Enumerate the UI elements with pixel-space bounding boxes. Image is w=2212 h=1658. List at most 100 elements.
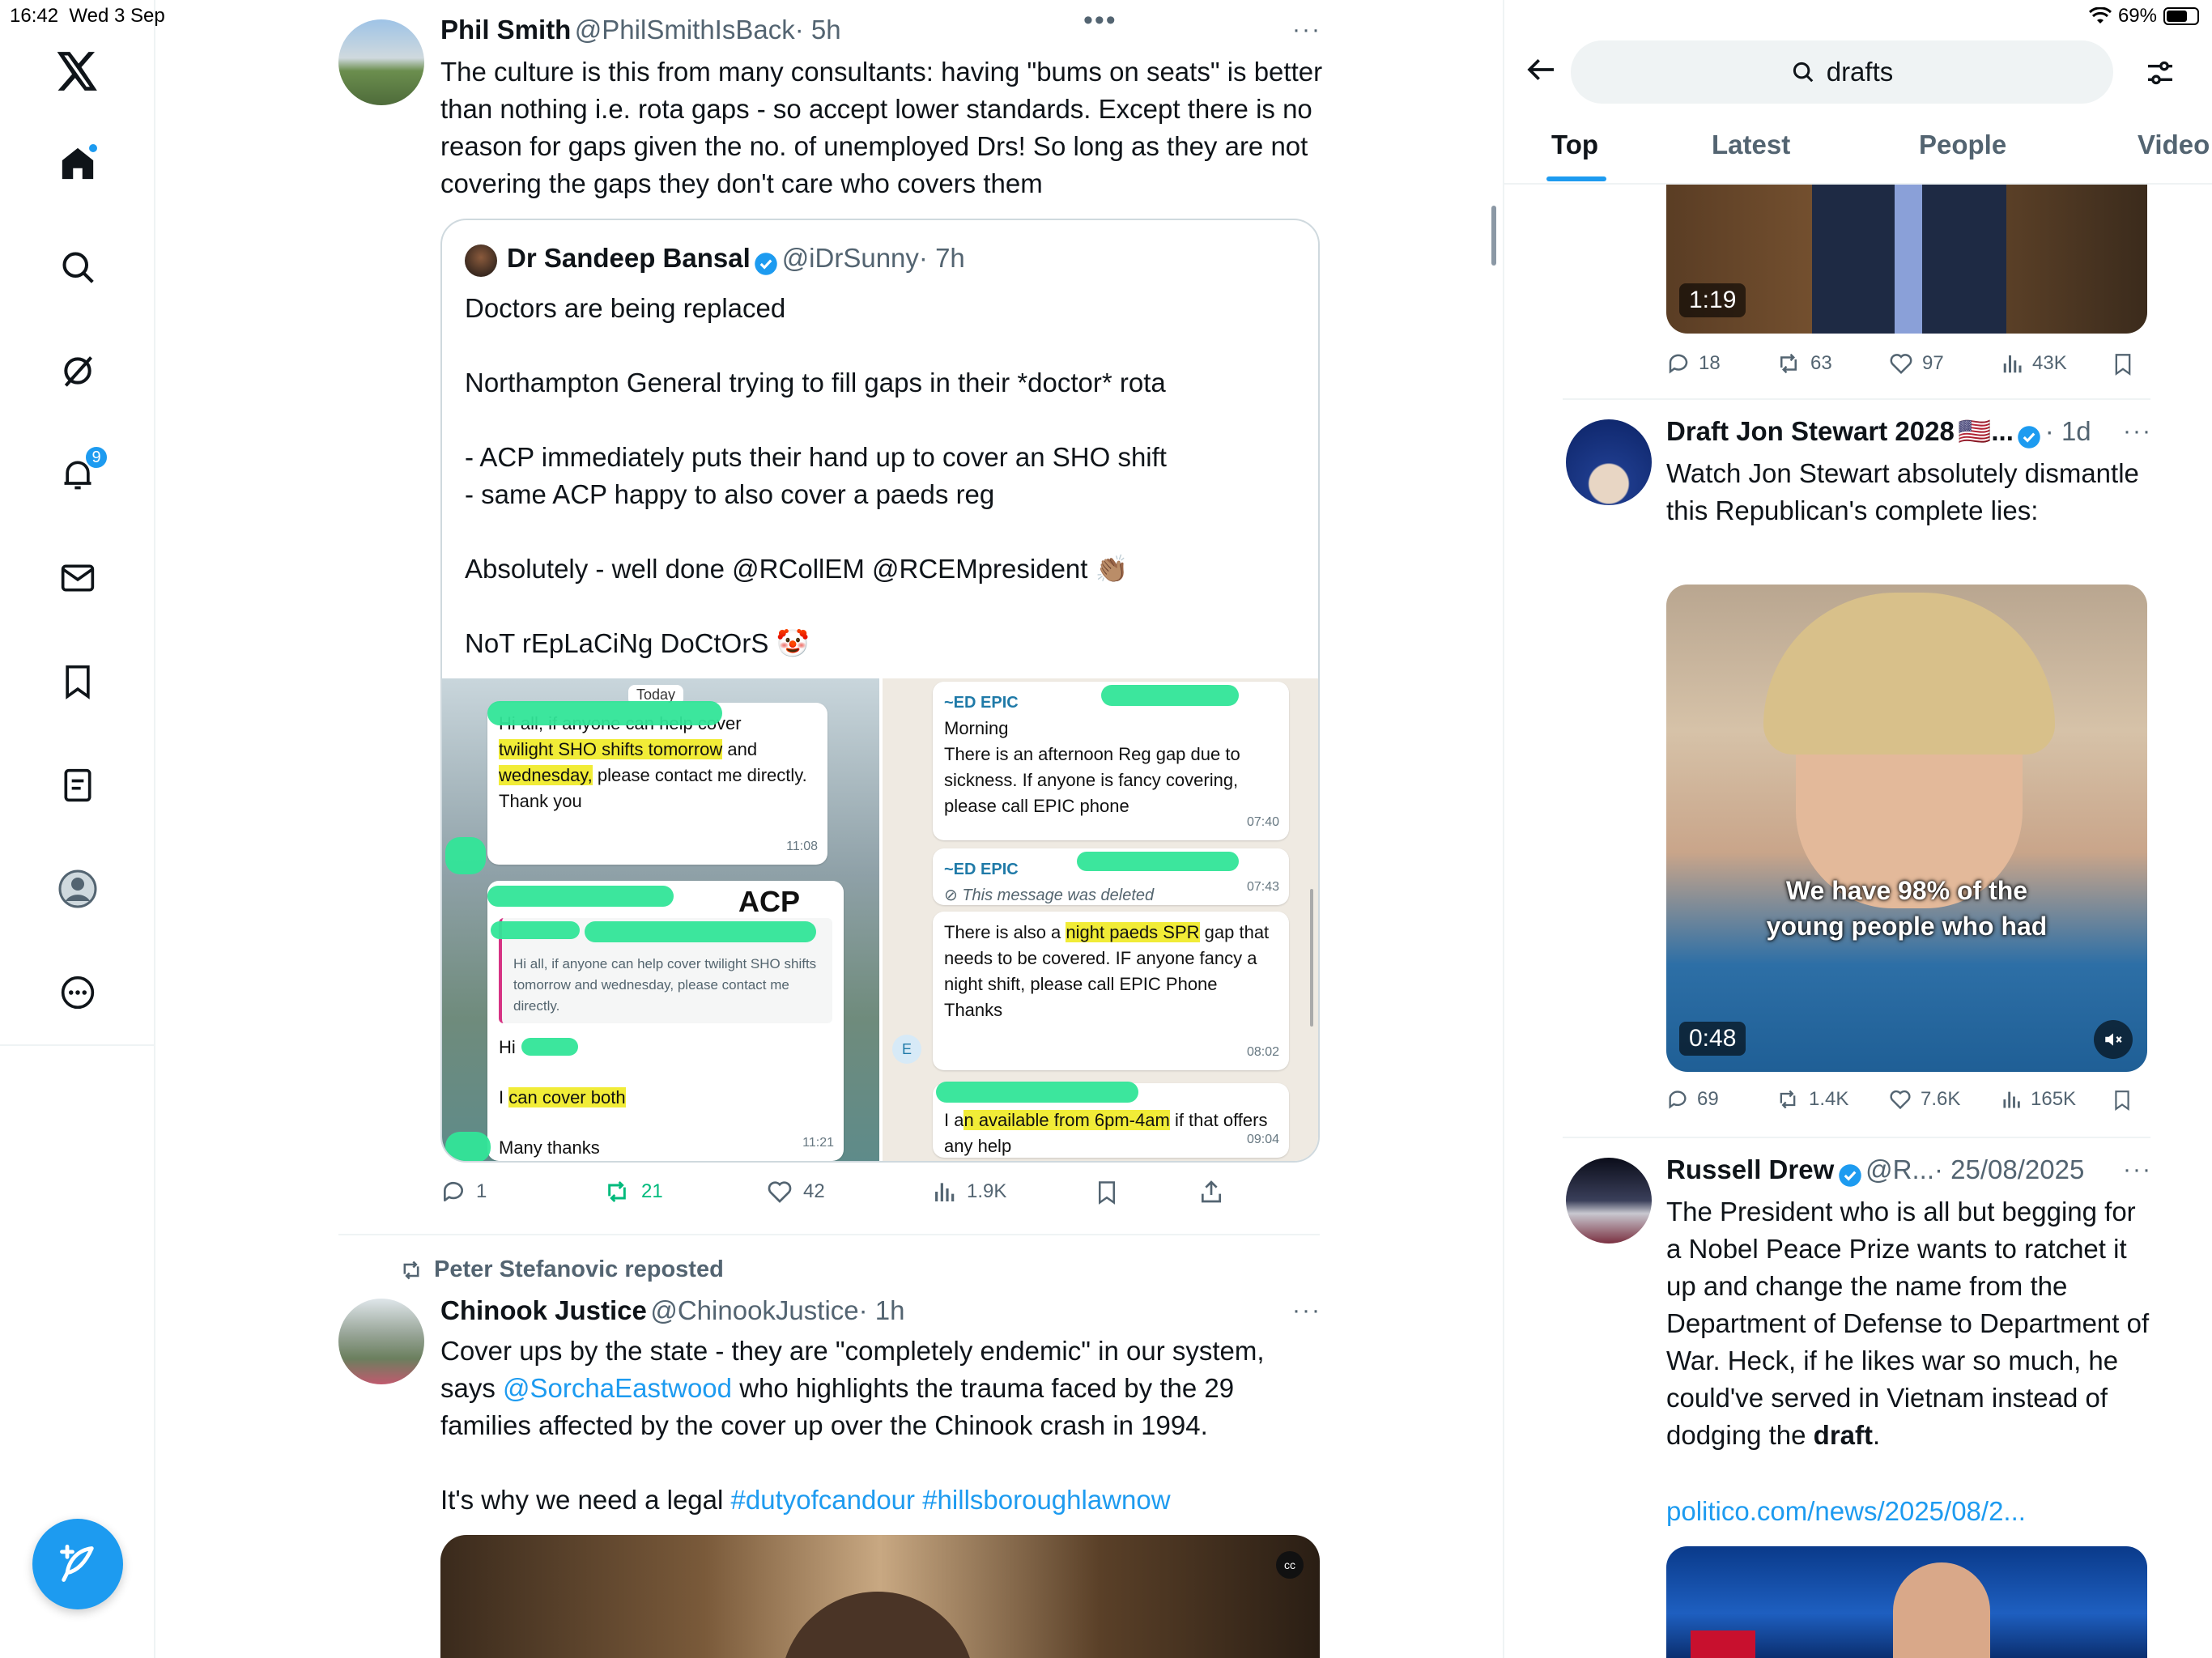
result0-reply-button[interactable]: 18: [1666, 351, 1721, 376]
tweet1-more-icon[interactable]: ···: [1292, 16, 1321, 44]
back-arrow-icon[interactable]: [1525, 53, 1558, 86]
result0-bookmark-button[interactable]: [2112, 351, 2134, 377]
result1-like-button[interactable]: 7.6K: [1888, 1088, 1960, 1111]
tweet1-author-name[interactable]: Phil Smith: [440, 15, 571, 45]
muted-speaker-icon: [2105, 1033, 2122, 1046]
compose-post-button[interactable]: [32, 1519, 123, 1609]
tweet1-share-button[interactable]: [1198, 1179, 1224, 1205]
search-icon[interactable]: [52, 241, 104, 293]
chinook-justice-avatar[interactable]: [338, 1299, 424, 1384]
tab-top[interactable]: Top: [1551, 130, 1598, 160]
tweet1-like-button[interactable]: 42: [766, 1179, 825, 1205]
tweet2-repost-line[interactable]: Peter Stefanovic reposted: [398, 1256, 724, 1283]
tweet1-views-button[interactable]: 1.9K: [931, 1179, 1006, 1205]
tweet1-repost-count: 21: [641, 1180, 663, 1202]
tweet2-more-icon[interactable]: ···: [1292, 1297, 1321, 1324]
lists-icon[interactable]: [52, 759, 104, 811]
home-icon[interactable]: [52, 138, 104, 189]
profile-icon[interactable]: [52, 863, 104, 915]
bookmark-icon: [2115, 354, 2131, 376]
tweet2-author-handle[interactable]: @ChinookJustice: [650, 1295, 858, 1325]
result1-time[interactable]: · 1d: [2045, 416, 2091, 446]
result0-views-count: 43K: [2032, 352, 2067, 374]
bookmarks-icon[interactable]: [52, 656, 104, 708]
result0-video[interactable]: 1:19: [1666, 185, 2147, 334]
draft-jon-stewart-avatar[interactable]: [1566, 419, 1652, 505]
result2-text-bold: draft: [1813, 1420, 1874, 1450]
tweet2-reposted-by: Peter Stefanovic reposted: [434, 1256, 724, 1282]
result1-views-button[interactable]: 165K: [2000, 1088, 2076, 1111]
tweet1-repost-button[interactable]: 21: [602, 1179, 663, 1205]
verified-badge-icon: [1838, 1164, 1861, 1187]
result0-views-button[interactable]: 43K: [2000, 351, 2067, 376]
chat-cover-line: I can cover both: [499, 1085, 832, 1111]
tweet2-text: Cover ups by the state - they are "compl…: [440, 1333, 1323, 1519]
result1-repost-count: 1.4K: [1809, 1088, 1849, 1110]
result2-link-preview-image[interactable]: [1666, 1546, 2147, 1658]
tweet1-bookmark-button[interactable]: [1095, 1179, 1119, 1206]
search-input[interactable]: drafts: [1571, 40, 2113, 104]
result0-repost-button[interactable]: 63: [1775, 351, 1832, 376]
phil-smith-avatar[interactable]: [338, 19, 424, 105]
search-filter-icon[interactable]: [2144, 57, 2176, 89]
tweet1-time[interactable]: · 5h: [795, 15, 841, 45]
tweet2-mention-link[interactable]: @SorchaEastwood: [503, 1373, 732, 1403]
result2-time[interactable]: · 25/08/2025: [1934, 1154, 2084, 1184]
grok-icon[interactable]: [52, 345, 104, 397]
russell-drew-avatar[interactable]: [1566, 1158, 1652, 1244]
tweet1-reply-button[interactable]: 1: [440, 1179, 487, 1205]
result0-like-button[interactable]: 97: [1888, 351, 1944, 376]
result1-more-icon[interactable]: ···: [2123, 418, 2152, 445]
result2-author-handle[interactable]: @R...: [1865, 1154, 1934, 1184]
quote-image-chat-right[interactable]: ~ED EPIC Morning There is an afternoon Re…: [883, 678, 1318, 1161]
feed-scrollbar[interactable]: [1491, 206, 1496, 266]
captions-icon[interactable]: cc: [1276, 1551, 1304, 1579]
quote-image-chat-left[interactable]: Today Hi all, if anyone can help cover t…: [442, 678, 879, 1161]
quote-author-name[interactable]: Dr Sandeep Bansal: [507, 243, 751, 273]
tweet2-time[interactable]: · 1h: [859, 1295, 905, 1325]
share-icon: [1202, 1180, 1221, 1203]
tweet1-quote-card[interactable]: Dr Sandeep Bansal @iDrSunny· 7h Doctors …: [440, 219, 1320, 1163]
tweet2-hashtag-1[interactable]: #dutyofcandour: [731, 1485, 916, 1515]
mute-button[interactable]: [2094, 1020, 2133, 1059]
messages-icon[interactable]: [52, 552, 104, 604]
x-logo-icon[interactable]: [52, 45, 104, 97]
video-caption: We have 98% of the young people who had: [1666, 873, 2147, 944]
feed-top-more-icon[interactable]: •••: [1083, 5, 1117, 36]
redaction-mark: [491, 921, 580, 939]
result2-link[interactable]: politico.com/news/2025/08/2...: [1666, 1493, 2026, 1530]
result1-repost-button[interactable]: 1.4K: [1775, 1088, 1848, 1111]
tweet2-video[interactable]: cc: [440, 1535, 1320, 1658]
bookmark-icon: [1099, 1181, 1115, 1205]
tab-video[interactable]: Video: [2138, 130, 2210, 160]
result1-bookmark-button[interactable]: [2112, 1088, 2133, 1112]
tweet1-author-handle[interactable]: @PhilSmithIsBack: [575, 15, 795, 45]
quote-time[interactable]: · 7h: [919, 243, 965, 273]
tab-people[interactable]: People: [1919, 130, 2006, 160]
chat-thanks: Many thanks: [499, 1137, 600, 1158]
tab-latest[interactable]: Latest: [1712, 130, 1790, 160]
chat-right-msg2-a: There is also a: [944, 922, 1061, 942]
result1-video[interactable]: We have 98% of the young people who had …: [1666, 585, 2147, 1072]
redaction-mark: [936, 1082, 1138, 1103]
tweet1-reply-count: 1: [476, 1180, 487, 1202]
home-unread-dot: [87, 142, 99, 154]
views-icon: [935, 1183, 955, 1201]
tweet2-hashtag-2[interactable]: #hillsboroughlawnow: [922, 1485, 1170, 1515]
tweet1-like-count: 42: [803, 1180, 825, 1202]
result2-more-icon[interactable]: ···: [2123, 1156, 2152, 1184]
chat-msg1-time: 11:08: [786, 840, 818, 853]
quote-author-handle[interactable]: @iDrSunny: [782, 243, 919, 273]
result1-author-name[interactable]: Draft Jon Stewart 2028: [1666, 416, 1955, 446]
notifications-badge: 9: [84, 445, 108, 470]
sandeep-bansal-avatar[interactable]: [465, 244, 497, 277]
chat-right-msg2-highlight: night paeds SPR: [1066, 922, 1200, 942]
video-tie-shape: [1895, 185, 1922, 334]
notifications-icon[interactable]: 9: [52, 445, 108, 500]
redaction-mark: [521, 1038, 578, 1056]
more-icon[interactable]: [52, 967, 104, 1018]
result1-reply-button[interactable]: 69: [1666, 1088, 1719, 1111]
chat-cover-part-a: I: [499, 1087, 504, 1107]
result2-author-name[interactable]: Russell Drew: [1666, 1154, 1834, 1184]
tweet2-author-name[interactable]: Chinook Justice: [440, 1295, 647, 1325]
